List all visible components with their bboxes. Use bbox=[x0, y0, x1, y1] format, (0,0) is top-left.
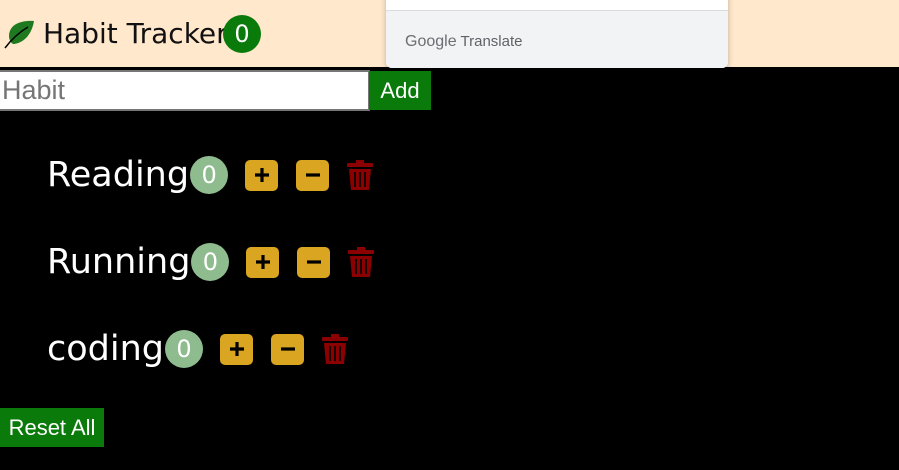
plus-icon bbox=[254, 168, 269, 182]
trash-icon[interactable] bbox=[347, 246, 375, 278]
habit-row: Reading 0 bbox=[47, 155, 374, 195]
app-title: Habit Tracker bbox=[43, 17, 228, 50]
increment-button[interactable] bbox=[220, 333, 253, 365]
add-button[interactable]: Add bbox=[369, 71, 431, 110]
google-translate-logo: Google Translate bbox=[405, 33, 523, 50]
plus-icon bbox=[255, 255, 270, 269]
habit-name: coding bbox=[47, 329, 164, 369]
habit-count-badge: 0 bbox=[190, 156, 229, 194]
habit-count-badge: 0 bbox=[191, 243, 230, 281]
habit-row: Running 0 bbox=[47, 242, 375, 282]
increment-button[interactable] bbox=[246, 246, 280, 278]
reset-all-button[interactable]: Reset All bbox=[0, 408, 104, 447]
trash-icon[interactable] bbox=[321, 333, 349, 365]
minus-icon bbox=[305, 173, 320, 177]
total-count-badge: 0 bbox=[223, 15, 261, 53]
leaf-icon bbox=[4, 20, 34, 49]
habit-input[interactable] bbox=[0, 70, 370, 111]
minus-icon bbox=[306, 260, 321, 264]
habit-name: Reading bbox=[47, 155, 190, 195]
decrement-button[interactable] bbox=[296, 159, 330, 191]
habit-name: Running bbox=[47, 242, 191, 282]
google-translate-popup[interactable]: Google Translate bbox=[386, 0, 728, 68]
trash-icon[interactable] bbox=[346, 159, 374, 191]
decrement-button[interactable] bbox=[271, 333, 304, 365]
decrement-button[interactable] bbox=[297, 246, 331, 278]
google-translate-footer: Google Translate bbox=[386, 10, 728, 68]
habit-count-badge: 0 bbox=[165, 330, 203, 368]
habit-row: coding 0 bbox=[47, 329, 349, 369]
plus-icon bbox=[229, 342, 244, 356]
minus-icon bbox=[280, 347, 295, 351]
increment-button[interactable] bbox=[245, 159, 279, 191]
